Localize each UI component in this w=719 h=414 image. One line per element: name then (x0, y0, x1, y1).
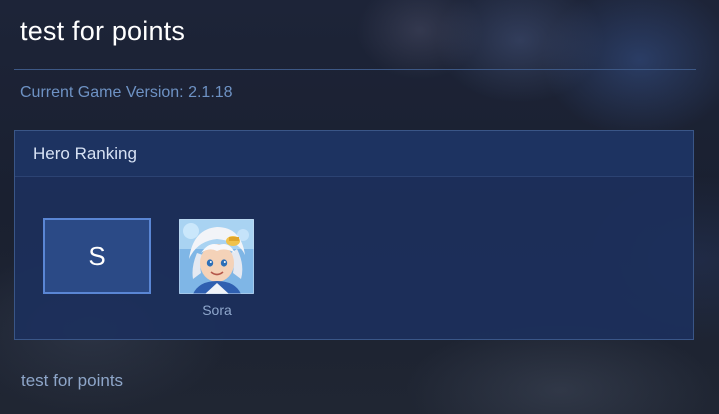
title-divider (14, 69, 696, 70)
tier-label: S (88, 240, 106, 271)
hero-ranking-header: Hero Ranking (15, 131, 693, 177)
hero-ranking-title: Hero Ranking (33, 143, 137, 163)
footer-text: test for points (21, 371, 124, 390)
hero-card-sora[interactable]: Sora (179, 219, 255, 318)
hero-name-label[interactable]: Sora (179, 302, 255, 318)
hero-ranking-panel: Hero Ranking S Sora (14, 130, 694, 340)
sora-portrait-icon[interactable] (179, 219, 254, 294)
tier-s-box: S (43, 218, 151, 294)
game-version-label: Current Game Version: 2.1.18 (20, 84, 233, 101)
page-title: test for points (20, 16, 186, 46)
